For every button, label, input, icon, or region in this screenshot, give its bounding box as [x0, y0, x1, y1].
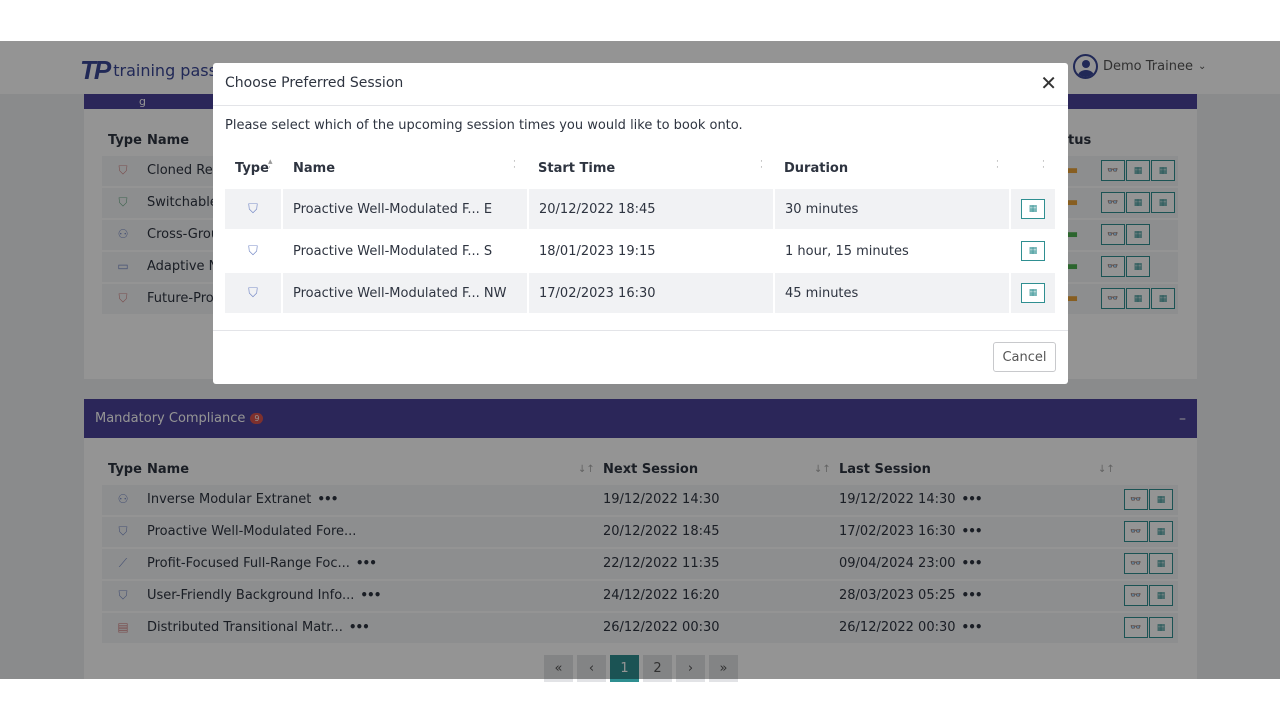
- session-type-cell: ⛉: [225, 231, 281, 271]
- col-start-time[interactable]: Start Time: [538, 161, 615, 176]
- divider: [213, 330, 1068, 331]
- session-start: 20/12/2022 18:45: [529, 189, 773, 229]
- sort-icon[interactable]: · ·: [760, 158, 763, 173]
- book-session-button[interactable]: ▦: [1021, 199, 1045, 219]
- col-type[interactable]: Type: [235, 161, 269, 176]
- session-action-cell: ▦: [1011, 189, 1055, 229]
- modal-title: Choose Preferred Session: [225, 75, 404, 91]
- session-start: 17/02/2023 16:30: [529, 273, 773, 313]
- sort-icon[interactable]: · ·: [1042, 158, 1045, 173]
- book-session-button[interactable]: ▦: [1021, 241, 1045, 261]
- session-type-cell: ⛉: [225, 273, 281, 313]
- sort-icon[interactable]: ▴ ·: [268, 158, 273, 173]
- session-name: Proactive Well-Modulated F... S: [283, 231, 527, 271]
- group-icon: ⛉: [248, 243, 258, 259]
- col-duration[interactable]: Duration: [784, 161, 848, 176]
- book-session-button[interactable]: ▦: [1021, 283, 1045, 303]
- session-duration: 1 hour, 15 minutes: [775, 231, 1009, 271]
- divider: [213, 105, 1068, 106]
- group-icon: ⛉: [248, 285, 258, 301]
- cancel-button[interactable]: Cancel: [993, 342, 1056, 372]
- sort-icon[interactable]: · ·: [513, 158, 516, 173]
- session-name: Proactive Well-Modulated F... NW: [283, 273, 527, 313]
- choose-session-modal: Choose Preferred Session ✕ Please select…: [213, 63, 1068, 384]
- close-icon[interactable]: ✕: [1040, 71, 1057, 95]
- session-duration: 45 minutes: [775, 273, 1009, 313]
- session-duration: 30 minutes: [775, 189, 1009, 229]
- session-name: Proactive Well-Modulated F... E: [283, 189, 527, 229]
- sort-icon[interactable]: · ·: [996, 158, 999, 173]
- session-action-cell: ▦: [1011, 273, 1055, 313]
- group-icon: ⛉: [248, 201, 258, 217]
- modal-prompt: Please select which of the upcoming sess…: [225, 118, 743, 133]
- session-type-cell: ⛉: [225, 189, 281, 229]
- session-action-cell: ▦: [1011, 231, 1055, 271]
- col-name[interactable]: Name: [293, 161, 335, 176]
- session-start: 18/01/2023 19:15: [529, 231, 773, 271]
